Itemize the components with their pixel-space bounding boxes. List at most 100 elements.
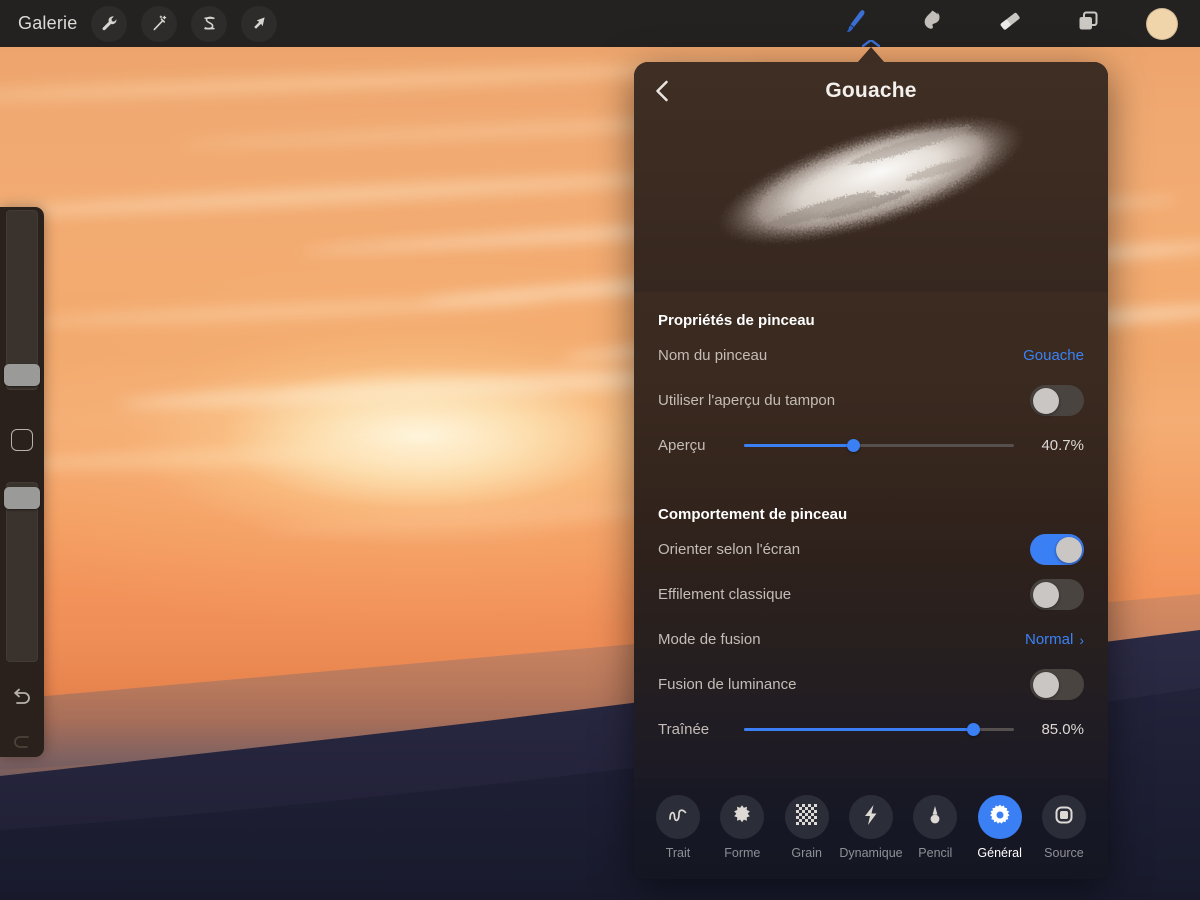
wrench-icon [100, 14, 119, 33]
row-label: Effilement classique [658, 586, 792, 603]
row-orient-to-screen[interactable]: Orienter selon l'écran [658, 527, 1084, 572]
toggle-knob [1032, 387, 1059, 414]
eraser-button[interactable] [990, 7, 1030, 41]
row-label: Fusion de luminance [658, 676, 797, 693]
magic-wand-icon [150, 14, 169, 33]
row-label: Aperçu [658, 437, 706, 454]
burst-icon [730, 803, 754, 832]
tab-icon-circle [913, 795, 958, 839]
slider-fill [744, 727, 974, 731]
selection-button[interactable] [191, 5, 228, 42]
preview-value: 40.7% [1041, 437, 1084, 454]
row-label: Mode de fusion [658, 631, 761, 648]
row-label: Traînée [658, 721, 710, 738]
classic-taper-toggle[interactable] [1030, 579, 1084, 610]
tab-forme[interactable]: Forme [712, 795, 772, 860]
brush-size-thumb[interactable] [4, 364, 40, 386]
back-button[interactable] [648, 76, 678, 106]
page-title: Gouache [825, 79, 917, 102]
tab-source[interactable]: Source [1034, 795, 1094, 860]
row-luminance-blend[interactable]: Fusion de luminance [658, 662, 1084, 707]
tab-label: Source [1044, 846, 1084, 860]
paint-brush-button[interactable] [834, 7, 874, 41]
smudge-button[interactable] [912, 7, 952, 41]
use-stamp-preview-toggle[interactable] [1030, 385, 1084, 416]
toggle-knob [1032, 671, 1059, 698]
lightning-icon [859, 803, 883, 832]
panel-tab-bar: Trait Forme Grain Dynamique Pencil Génér… [634, 779, 1108, 879]
layers-button[interactable] [1068, 7, 1108, 41]
row-brush-name[interactable]: Nom du pinceau Gouache [658, 333, 1084, 378]
gear-icon [988, 803, 1012, 832]
square-icon [1052, 803, 1076, 832]
active-tool-indicator [862, 40, 880, 47]
brush-name-value[interactable]: Gouache [1023, 347, 1084, 364]
pencil-tip-icon [924, 803, 946, 832]
section-brush-behavior: Comportement de pinceau Orienter selon l… [634, 486, 1108, 752]
tab-general[interactable]: Général [970, 795, 1030, 860]
orient-to-screen-toggle[interactable] [1030, 534, 1084, 565]
transform-button[interactable] [241, 5, 278, 42]
row-label: Nom du pinceau [658, 347, 768, 364]
cloud-streak [0, 437, 521, 475]
undo-button[interactable] [9, 685, 35, 711]
adjustments-button[interactable] [141, 5, 178, 42]
wave-icon [666, 803, 690, 832]
row-classic-taper[interactable]: Effilement classique [658, 572, 1084, 617]
tab-label: Dynamique [839, 846, 903, 860]
slider-thumb[interactable] [967, 722, 980, 736]
row-preview-slider[interactable]: Aperçu 40.7% [658, 423, 1084, 468]
section-title: Comportement de pinceau [658, 506, 848, 523]
tab-icon-circle [656, 795, 700, 839]
color-swatch-button[interactable] [1146, 7, 1178, 40]
cloud-streak [29, 293, 551, 329]
chevron-right-icon: › [1079, 631, 1084, 648]
brush-icon [839, 6, 869, 41]
panel-header: Gouache [634, 62, 1108, 120]
blend-mode-value: Normal [1024, 631, 1074, 648]
preview-slider[interactable] [744, 435, 1014, 457]
modify-button[interactable] [11, 429, 33, 451]
left-sidebar [0, 207, 44, 757]
panel-pointer-notch [857, 47, 885, 63]
trail-slider[interactable] [744, 719, 1014, 741]
tab-icon-circle [1041, 795, 1086, 839]
tab-grain[interactable]: Grain [777, 795, 837, 860]
checker-icon [796, 804, 818, 830]
brush-opacity-slider[interactable] [6, 482, 38, 662]
top-toolbar: Galerie [0, 0, 1200, 47]
brush-opacity-thumb[interactable] [4, 487, 40, 509]
brush-size-slider[interactable] [6, 210, 38, 390]
brush-settings-panel: Gouache Propriétés de pinceau Nom du pin… [634, 62, 1108, 879]
actions-button[interactable] [91, 5, 128, 42]
tab-icon-circle [784, 795, 829, 839]
tab-label: Grain [791, 846, 822, 860]
toggle-knob [1032, 581, 1059, 608]
row-label: Utiliser l'aperçu du tampon [658, 392, 836, 409]
tab-dynamique[interactable]: Dynamique [839, 795, 903, 860]
toolbar-left-group: Galerie [0, 5, 278, 42]
toolbar-right-group [834, 7, 1200, 41]
row-use-stamp-preview[interactable]: Utiliser l'aperçu du tampon [658, 378, 1084, 423]
tab-label: Pencil [918, 846, 953, 860]
slider-thumb[interactable] [847, 438, 861, 452]
redo-button[interactable] [9, 729, 35, 755]
cloud-streak [0, 167, 720, 223]
blend-mode-value-group[interactable]: Normal › [1025, 631, 1084, 648]
toggle-knob [1055, 536, 1082, 563]
eraser-icon [995, 6, 1025, 41]
luminance-blend-toggle[interactable] [1030, 669, 1084, 700]
gallery-button[interactable]: Galerie [18, 13, 77, 34]
section-brush-properties: Propriétés de pinceau Nom du pinceau Gou… [634, 292, 1108, 468]
row-trail-slider[interactable]: Traînée 85.0% [658, 707, 1084, 752]
tab-icon-circle [848, 795, 893, 839]
section-divider [634, 468, 1108, 486]
tab-label: Trait [665, 846, 691, 860]
row-blend-mode[interactable]: Mode de fusion Normal › [658, 617, 1084, 662]
tab-pencil[interactable]: Pencil [905, 795, 965, 860]
tab-icon-circle [977, 795, 1022, 839]
tab-trait[interactable]: Trait [648, 795, 708, 860]
selection-icon [200, 14, 219, 33]
arrow-transform-icon [250, 14, 269, 33]
smudge-icon [918, 7, 946, 40]
